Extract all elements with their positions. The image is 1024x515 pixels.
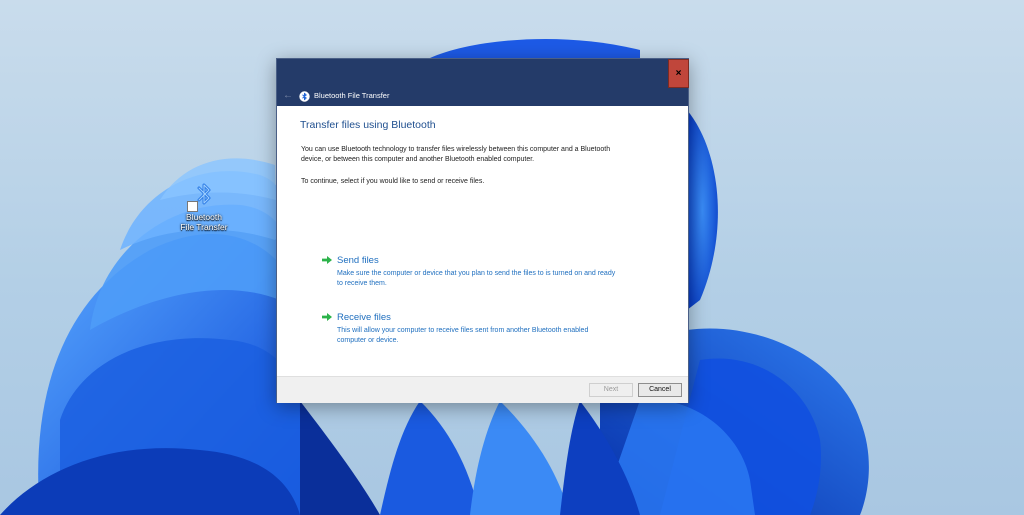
desktop-icon-caption: Bluetooth File Transfer bbox=[178, 212, 230, 232]
shortcut-arrow-icon bbox=[187, 201, 198, 212]
green-arrow-icon bbox=[322, 256, 332, 264]
caption-line-2: File Transfer bbox=[180, 222, 228, 232]
dialog-footer: Next Cancel bbox=[277, 376, 688, 403]
desktop-shortcut-bluetooth-file-transfer[interactable]: Bluetooth File Transfer bbox=[178, 180, 230, 232]
bluetooth-icon bbox=[187, 180, 217, 212]
bluetooth-file-transfer-dialog: ← Bluetooth File Transfer × Transfer fil… bbox=[276, 58, 689, 403]
page-heading: Transfer files using Bluetooth bbox=[300, 119, 436, 131]
desktop: Bluetooth File Transfer ← Bluetooth File… bbox=[0, 0, 1024, 515]
window-title: Bluetooth File Transfer bbox=[314, 91, 390, 100]
back-arrow-icon[interactable]: ← bbox=[283, 90, 293, 101]
intro-text: You can use Bluetooth technology to tran… bbox=[301, 146, 611, 163]
send-files-link[interactable]: Send files bbox=[337, 255, 379, 266]
send-files-description: Make sure the computer or device that yo… bbox=[337, 270, 616, 287]
close-button[interactable]: × bbox=[668, 59, 689, 88]
receive-files-description: This will allow your computer to receive… bbox=[337, 327, 589, 344]
instruction-text: To continue, select if you would like to… bbox=[301, 178, 485, 185]
dialog-content: Transfer files using Bluetooth You can u… bbox=[277, 106, 688, 376]
title-bar[interactable]: ← Bluetooth File Transfer × bbox=[277, 59, 689, 106]
caption-line-1: Bluetooth bbox=[186, 212, 222, 222]
receive-files-link[interactable]: Receive files bbox=[337, 312, 391, 323]
green-arrow-icon bbox=[322, 313, 332, 321]
bluetooth-icon bbox=[299, 89, 310, 102]
next-button[interactable]: Next bbox=[589, 383, 633, 397]
cancel-button[interactable]: Cancel bbox=[638, 383, 682, 397]
